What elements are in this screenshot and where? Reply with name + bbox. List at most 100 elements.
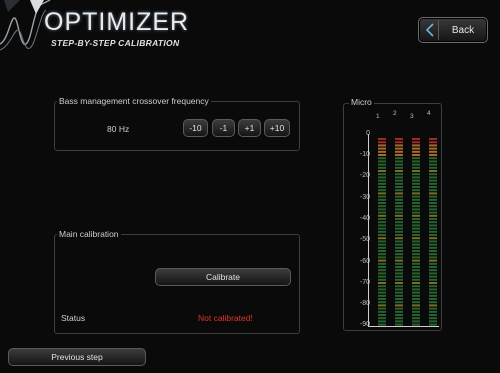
back-button[interactable]: Back xyxy=(418,17,488,43)
meter-segment xyxy=(378,250,386,252)
meter-segment xyxy=(395,214,403,217)
meter-segment xyxy=(412,147,420,150)
meter-segment xyxy=(429,218,437,220)
meter-segment xyxy=(378,170,386,172)
meter-segment xyxy=(412,272,420,275)
meter-segment xyxy=(378,227,386,230)
meter-segment xyxy=(412,182,420,185)
meter-segment xyxy=(378,163,386,166)
micro-meter: Micro 1 2 3 4 0 -10 -20 -30 -40 -50 -60 … xyxy=(343,97,442,331)
meter-segment xyxy=(412,179,420,182)
meter-segment xyxy=(412,211,420,214)
meter-segment xyxy=(378,285,386,288)
meter-segment xyxy=(412,256,420,259)
meter-segment xyxy=(412,170,420,172)
meter-segment xyxy=(429,192,437,195)
meter-segment xyxy=(395,176,403,179)
meter-segment xyxy=(395,211,403,214)
meter-segment xyxy=(429,304,437,307)
meter-segment xyxy=(412,259,420,262)
meter-bars xyxy=(368,134,439,327)
meter-segment xyxy=(395,304,403,307)
meter-segment xyxy=(412,230,420,233)
meter-segment xyxy=(412,189,420,192)
meter-segment xyxy=(429,186,437,188)
meter-segment xyxy=(395,262,403,265)
meter-segment xyxy=(395,186,403,188)
meter-segment xyxy=(412,138,420,140)
meter-segment xyxy=(429,202,437,204)
meter-segment xyxy=(378,144,386,147)
meter-segment xyxy=(378,214,386,217)
meter-segment xyxy=(395,170,403,172)
meter-segment xyxy=(378,282,386,284)
meter-segment xyxy=(395,282,403,284)
meter-segment xyxy=(412,298,420,300)
meter-segment xyxy=(395,301,403,304)
freq-minus-10-button[interactable]: -10 xyxy=(183,119,208,137)
meter-segment xyxy=(395,189,403,192)
meter-segment xyxy=(395,317,403,320)
meter-segment xyxy=(429,320,437,323)
meter-segment xyxy=(395,163,403,166)
meter-segment xyxy=(378,294,386,297)
meter-segment xyxy=(412,198,420,201)
meter-segment xyxy=(378,307,386,310)
meter-segment xyxy=(395,240,403,243)
meter-segment xyxy=(412,192,420,195)
meter-segment xyxy=(412,275,420,278)
meter-segment xyxy=(395,288,403,291)
meter-segment xyxy=(378,195,386,198)
meter-segment xyxy=(378,202,386,204)
meter-segment xyxy=(412,285,420,288)
meter-segment xyxy=(378,269,386,272)
meter-segment xyxy=(412,266,420,268)
freq-plus-1-button[interactable]: +1 xyxy=(238,119,261,137)
meter-segment xyxy=(429,166,437,169)
meter-segment xyxy=(429,154,437,156)
meter-segment xyxy=(378,205,386,208)
previous-step-button[interactable]: Previous step xyxy=(8,348,146,366)
meter-segment xyxy=(395,160,403,163)
meter-segment xyxy=(395,218,403,220)
meter-segment xyxy=(395,147,403,150)
meter-segment xyxy=(429,163,437,166)
meter-segment xyxy=(429,205,437,208)
freq-plus-10-button[interactable]: +10 xyxy=(264,119,290,137)
meter-segment xyxy=(429,144,437,147)
meter-segment xyxy=(378,192,386,195)
meter-segment xyxy=(429,323,437,326)
meter-segment xyxy=(395,320,403,323)
meter-segment xyxy=(395,323,403,326)
meter-segment xyxy=(412,250,420,252)
meter-segment xyxy=(429,240,437,243)
back-button-label: Back xyxy=(451,24,475,36)
meter-segment xyxy=(378,141,386,144)
meter-segment xyxy=(378,208,386,211)
meter-segment xyxy=(378,275,386,278)
calibrate-button[interactable]: Calibrate xyxy=(155,268,291,286)
meter-segment xyxy=(412,291,420,294)
channel-4-bar xyxy=(429,138,437,326)
meter-segment xyxy=(378,234,386,236)
meter-segment xyxy=(412,317,420,320)
main-calibration-panel: Main calibration Calibrate Status Not ca… xyxy=(54,229,300,334)
meter-segment xyxy=(378,259,386,262)
meter-segment xyxy=(395,150,403,153)
meter-segment xyxy=(412,243,420,246)
bass-management-legend: Bass management crossover frequency xyxy=(57,96,211,106)
meter-segment xyxy=(395,250,403,252)
meter-segment xyxy=(395,298,403,300)
meter-segment xyxy=(412,237,420,240)
meter-segment xyxy=(429,266,437,268)
meter-segment xyxy=(395,237,403,240)
meter-segment xyxy=(412,144,420,147)
meter-segment xyxy=(429,170,437,172)
meter-segment xyxy=(429,256,437,259)
meter-segment xyxy=(429,275,437,278)
meter-segment xyxy=(429,157,437,160)
meter-segment xyxy=(412,202,420,204)
meter-segment xyxy=(429,234,437,236)
meter-segment xyxy=(412,294,420,297)
freq-minus-1-button[interactable]: -1 xyxy=(212,119,235,137)
